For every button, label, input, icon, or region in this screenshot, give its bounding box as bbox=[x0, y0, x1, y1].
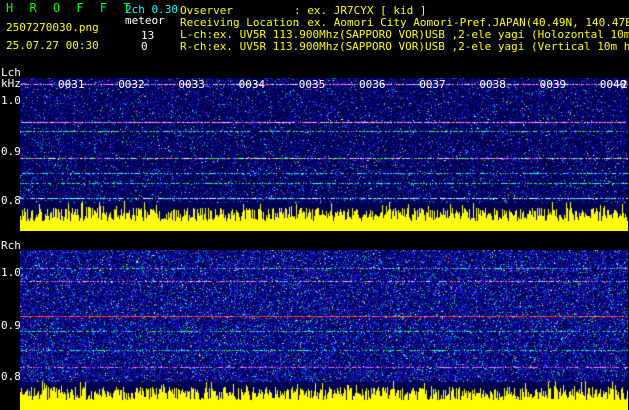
time-tick: 0031 bbox=[58, 78, 85, 91]
time-tick-trailing: 2 bbox=[621, 78, 628, 91]
lch-ytick-3: 0.8 bbox=[1, 194, 21, 207]
rch-spectrogram bbox=[20, 250, 628, 410]
lch-ytick-2: 0.9 bbox=[1, 145, 21, 158]
rch-ytick-1: 1.0 bbox=[1, 266, 21, 279]
lch-unit-label: kHz bbox=[1, 77, 21, 90]
time-tick: 0033 bbox=[178, 78, 205, 91]
rch-info: R-ch:ex. UV5R 113.900Mhz(SAPPORO VOR)USB… bbox=[180, 40, 629, 53]
datetime: 25.07.27 00:30 bbox=[6, 39, 99, 52]
lch-ytick-1: 1.0 bbox=[1, 94, 21, 107]
time-tick: 0036 bbox=[359, 78, 386, 91]
time-tick: 0037 bbox=[419, 78, 446, 91]
lch-spectrogram bbox=[20, 78, 628, 231]
time-tick: 0038 bbox=[479, 78, 506, 91]
meteor-label: meteor bbox=[125, 14, 165, 27]
time-tick: 0034 bbox=[238, 78, 266, 91]
rch-label: Rch bbox=[1, 239, 21, 252]
rch-ytick-3: 0.8 bbox=[1, 370, 21, 383]
time-tick: 0039 bbox=[539, 78, 567, 91]
app-title: H R O F F T bbox=[6, 1, 135, 15]
time-tick: 0032 bbox=[118, 78, 145, 91]
rch-ytick-2: 0.9 bbox=[1, 319, 21, 332]
filename: 2507270030.png bbox=[6, 21, 99, 34]
hroft-window: H R O F F T 2507270030.png 25.07.27 00:3… bbox=[0, 0, 629, 410]
time-tick: 0035 bbox=[298, 78, 326, 91]
meteor-count-right: 0 bbox=[141, 40, 148, 53]
